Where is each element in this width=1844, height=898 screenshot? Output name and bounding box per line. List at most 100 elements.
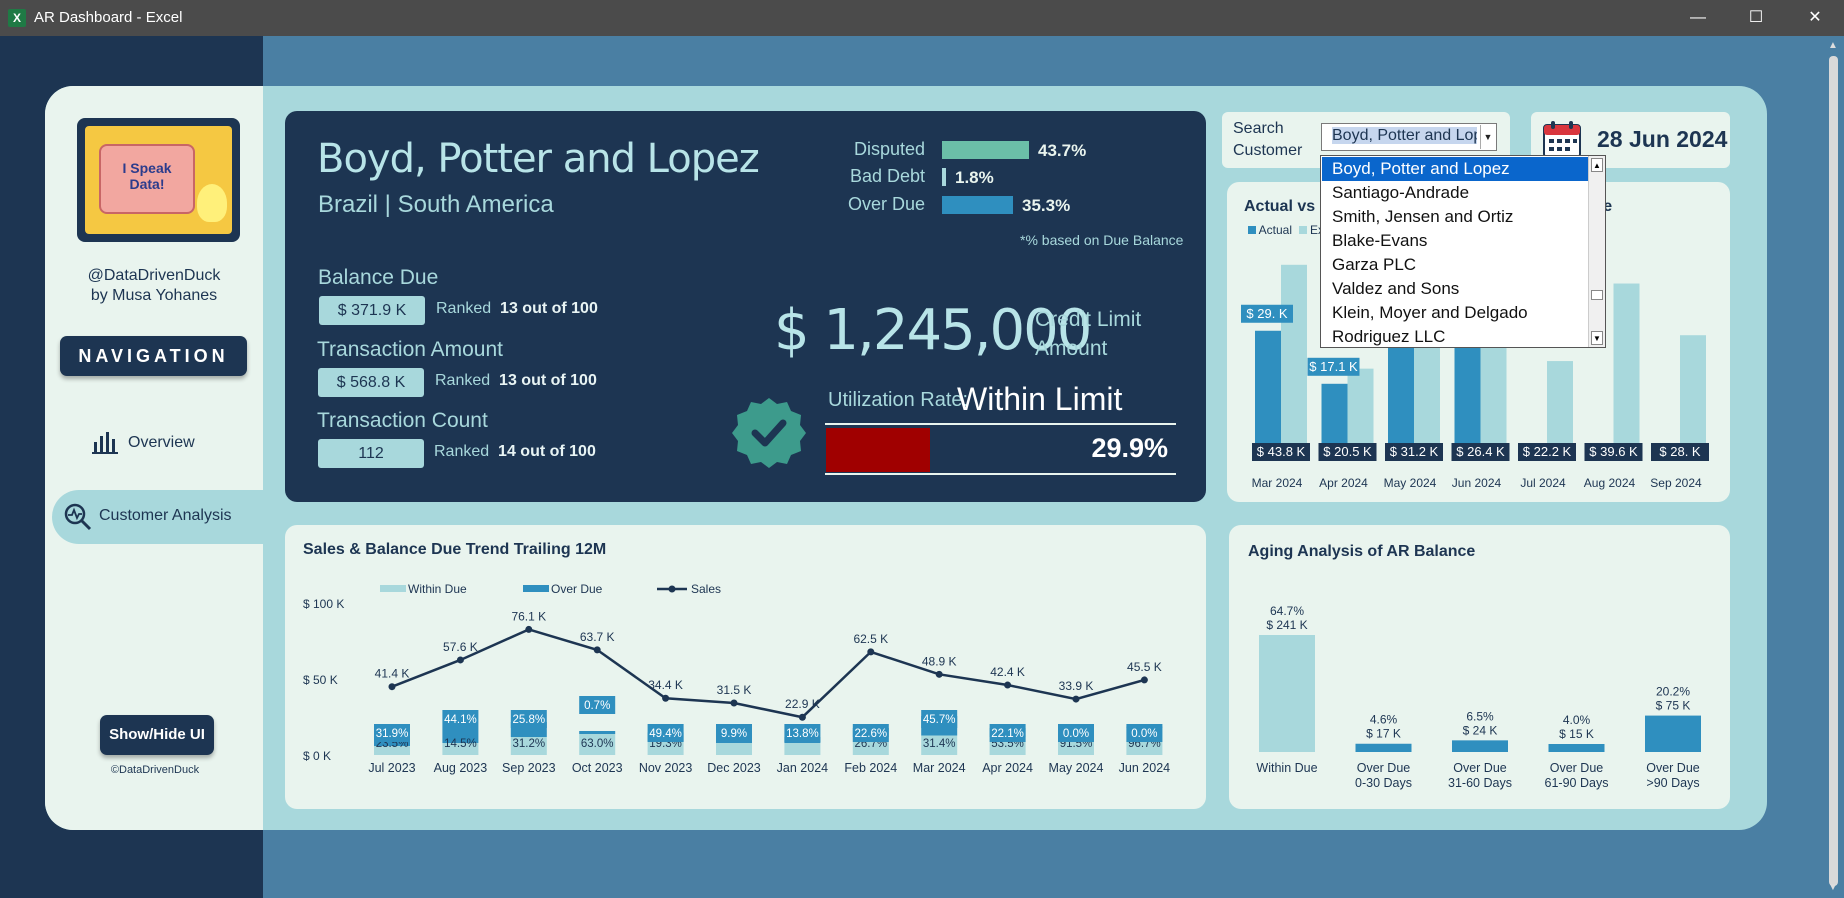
over-due-label: 0.0%	[1063, 728, 1089, 740]
over-due-label: 45.7%	[923, 714, 956, 726]
dropdown-option[interactable]: Garza PLC	[1322, 253, 1588, 277]
customer-dropdown-list[interactable]: ▲ ▼ Boyd, Potter and Lopez Santiago-Andra…	[1320, 155, 1606, 348]
sales-point	[456, 656, 464, 664]
title-bar: X AR Dashboard - Excel — ☐ ✕	[0, 0, 1844, 36]
dropdown-scrollbar[interactable]: ▲ ▼	[1588, 156, 1605, 347]
over-due-label: 22.1%	[991, 728, 1024, 740]
navigation-button[interactable]: NAVIGATION	[60, 336, 247, 376]
utilization-pct: 29.9%	[1091, 433, 1168, 463]
sales-label: 34.4 K	[648, 678, 683, 692]
aging-value-label: $ 241 K	[1266, 618, 1307, 632]
customer-search-combobox[interactable]: Boyd, Potter and Lopez ▼	[1321, 123, 1497, 151]
sales-point	[867, 648, 875, 656]
actual-vs-title: Actual vs	[1244, 198, 1316, 215]
nav-item-customer-analysis[interactable]: Customer Analysis	[52, 490, 263, 544]
dropdown-option[interactable]: Santiago-Andrade	[1322, 181, 1588, 205]
vertical-scrollbar[interactable]: ▲ ▼	[1823, 36, 1844, 898]
x-tick-label: Sep 2023	[502, 761, 556, 775]
sales-label: 48.9 K	[922, 654, 957, 668]
x-tick-label: Jul 2023	[368, 761, 415, 775]
utilization-label: Utilization Rate:	[828, 389, 969, 411]
aging-pct-label: 6.5%	[1466, 709, 1494, 723]
check-badge-icon	[732, 398, 806, 468]
sales-label: 42.4 K	[990, 665, 1025, 679]
x-tick-label: Oct 2023	[572, 761, 623, 775]
duck-icon	[197, 184, 227, 222]
disputed-bar	[942, 141, 1029, 159]
dropdown-option[interactable]: Klein, Moyer and Delgado	[1322, 301, 1588, 325]
dropdown-option[interactable]: Blake-Evans	[1322, 229, 1588, 253]
disputed-label: Disputed	[853, 139, 925, 159]
transaction-count-rank: Ranked 14 out of 100	[434, 443, 596, 460]
window-title: AR Dashboard - Excel	[34, 9, 183, 26]
minimize-button[interactable]: —	[1669, 0, 1727, 36]
scrollbar-thumb[interactable]	[1829, 56, 1838, 886]
x-tick-label: Within Due	[1256, 761, 1317, 775]
x-tick-label: Jan 2024	[777, 761, 828, 775]
dropdown-option[interactable]: Boyd, Potter and Lopez	[1322, 157, 1588, 181]
disputed-value: 43.7%	[1038, 141, 1087, 160]
expected-bar	[1480, 342, 1507, 460]
balance-due-label: Balance Due	[318, 266, 439, 289]
actual-bar	[1255, 330, 1281, 460]
aging-pct-label: 20.2%	[1656, 685, 1690, 699]
expected-data-label: $ 43.8 K	[1257, 444, 1306, 459]
magnify-pulse-icon	[64, 503, 92, 531]
sales-point	[1072, 695, 1080, 703]
show-hide-ui-button[interactable]: Show/Hide UI	[100, 715, 214, 755]
over-due-label: 0.7%	[584, 700, 610, 712]
logo: I Speak Data!	[77, 118, 240, 242]
sales-label: 33.9 K	[1059, 679, 1094, 693]
transaction-amount-rank: Ranked 13 out of 100	[435, 372, 597, 389]
x-tick-label: May 2024	[1384, 476, 1437, 490]
legend-marker	[668, 585, 676, 593]
aging-bar	[1355, 743, 1412, 752]
transaction-count-label: Transaction Count	[317, 409, 488, 432]
transaction-amount-value: $ 568.8 K	[318, 368, 424, 397]
x-tick-label: Over Due	[1357, 761, 1411, 775]
calendar-icon	[1543, 121, 1581, 158]
legend-swatch	[523, 585, 549, 592]
dropdown-option[interactable]: Rodriguez LLC	[1322, 325, 1588, 349]
within-due-bar	[716, 743, 752, 755]
sales-label: 63.7 K	[580, 630, 615, 644]
scroll-down-icon[interactable]: ▼	[1828, 882, 1838, 893]
scroll-down-icon[interactable]: ▼	[1591, 331, 1603, 345]
author-handle: @DataDrivenDuck by Musa Yohanes	[87, 267, 221, 304]
chevron-down-icon[interactable]: ▼	[1480, 125, 1495, 149]
over-due-label: 44.1%	[444, 714, 477, 726]
aging-chart: 64.7%$ 241 K Within Due 4.6%$ 17 K Over Due…	[1256, 604, 1701, 790]
scroll-up-icon[interactable]: ▲	[1828, 40, 1838, 51]
dropdown-scroll-thumb[interactable]	[1591, 290, 1603, 300]
x-tick-label: Over Due	[1646, 761, 1700, 775]
y-tick-label: $ 50 K	[303, 673, 338, 687]
excel-icon: X	[8, 9, 26, 27]
sales-point	[730, 699, 738, 707]
scroll-up-icon[interactable]: ▲	[1591, 158, 1603, 172]
search-value[interactable]: Boyd, Potter and Lopez	[1332, 127, 1477, 144]
x-tick-label: Jun 2024	[1119, 761, 1170, 775]
x-tick-label: Over Due	[1550, 761, 1604, 775]
close-button[interactable]: ✕	[1786, 0, 1844, 36]
dropdown-option[interactable]: Valdez and Sons	[1322, 277, 1588, 301]
maximize-button[interactable]: ☐	[1727, 0, 1785, 36]
expected-bar	[1613, 283, 1640, 460]
x-tick-label: May 2024	[1049, 761, 1104, 775]
dropdown-option[interactable]: Smith, Jensen and Ortiz	[1322, 205, 1588, 229]
sales-label: 41.4 K	[375, 667, 410, 681]
x-tick-label: Apr 2024	[1319, 476, 1368, 490]
legend-swatch	[380, 585, 406, 592]
sales-point	[662, 694, 670, 702]
nav-item-overview[interactable]: Overview	[90, 430, 250, 458]
sales-label: 22.9 K	[785, 697, 820, 711]
transaction-count-value: 112	[318, 439, 424, 468]
sales-line	[391, 628, 1145, 719]
x-tick-label: Nov 2023	[639, 761, 693, 775]
legend-label: Within Due	[408, 582, 467, 596]
bad-debt-label: Bad Debt	[849, 166, 925, 186]
x-tick-label: Aug 2024	[1584, 476, 1636, 490]
balance-due-rank: Ranked 13 out of 100	[436, 300, 598, 317]
over-due-label: 9.9%	[721, 728, 747, 740]
balance-due-value: $ 371.9 K	[319, 296, 425, 325]
bad-debt-value: 1.8%	[955, 168, 994, 187]
